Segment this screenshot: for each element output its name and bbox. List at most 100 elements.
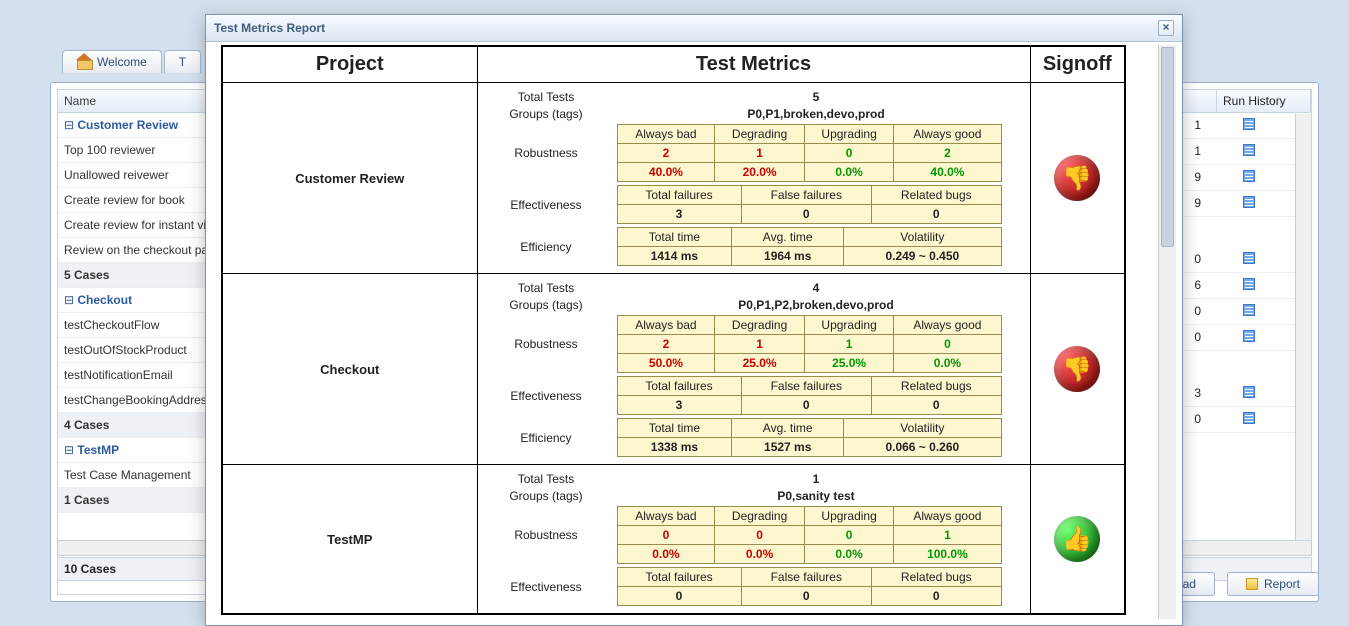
- robustness-table: Always badDegradingUpgradingAlways good2…: [617, 315, 1002, 373]
- metric-label: Efficiency: [484, 431, 609, 445]
- tree-item[interactable]: Top 100 reviewer: [58, 138, 226, 163]
- run-history-cell[interactable]: [1207, 381, 1291, 406]
- list-icon: [1243, 304, 1255, 316]
- metric-value: P0,P1,P2,broken,devo,prod: [609, 298, 1024, 312]
- project-name: Checkout: [222, 274, 477, 465]
- metric-value: P0,P1,broken,devo,prod: [609, 107, 1024, 121]
- th-signoff: Signoff: [1030, 46, 1125, 83]
- signoff-cell: 👎: [1030, 274, 1125, 465]
- tree-summary: 1 Cases: [58, 488, 226, 513]
- list-icon: [1243, 170, 1255, 182]
- button-label: Report: [1264, 577, 1300, 591]
- dialog-body: Project Test Metrics Signoff Customer Re…: [218, 45, 1176, 619]
- run-history-cell[interactable]: [1207, 299, 1291, 324]
- tab-label: Welcome: [97, 55, 147, 69]
- run-history-cell[interactable]: [1207, 165, 1291, 190]
- metric-label: Effectiveness: [484, 389, 609, 403]
- col-run-history[interactable]: Run History: [1217, 90, 1311, 112]
- tree-item[interactable]: testCheckoutFlow: [58, 313, 226, 338]
- home-icon: [77, 56, 91, 68]
- th-project: Project: [222, 46, 477, 83]
- list-icon: [1243, 412, 1255, 424]
- tree-group[interactable]: Customer Review: [58, 113, 226, 138]
- metric-label: Groups (tags): [484, 489, 609, 503]
- th-metrics: Test Metrics: [477, 46, 1030, 83]
- robustness-table: Always badDegradingUpgradingAlways good0…: [617, 506, 1002, 564]
- tab-label: T: [179, 55, 186, 69]
- report-table: Project Test Metrics Signoff Customer Re…: [221, 45, 1126, 615]
- tab-other[interactable]: T: [164, 50, 201, 73]
- run-history-cell[interactable]: [1207, 191, 1291, 216]
- metric-value: P0,sanity test: [609, 489, 1024, 503]
- tree-header: Name: [58, 90, 226, 113]
- efficiency-table: Total timeAvg. timeVolatility1338 ms1527…: [617, 418, 1002, 457]
- button-label: ad: [1183, 577, 1196, 591]
- close-icon[interactable]: ×: [1158, 20, 1174, 36]
- tree-item[interactable]: Unallowed reivewer: [58, 163, 226, 188]
- metric-label: Total Tests: [484, 90, 609, 104]
- list-icon: [1243, 118, 1255, 130]
- run-history-cell[interactable]: [1207, 325, 1291, 350]
- tree-item[interactable]: Review on the checkout pag: [58, 238, 226, 263]
- thumb-down-icon: 👎: [1054, 155, 1100, 201]
- metric-value: 1: [609, 472, 1024, 486]
- tree-item[interactable]: testNotificationEmail: [58, 363, 226, 388]
- efficiency-table: Total timeAvg. timeVolatility1414 ms1964…: [617, 227, 1002, 266]
- list-icon: [1243, 252, 1255, 264]
- tree-item[interactable]: testOutOfStockProduct: [58, 338, 226, 363]
- bottom-buttons: ad Report: [1164, 572, 1319, 596]
- list-icon: [1243, 330, 1255, 342]
- report-button[interactable]: Report: [1227, 572, 1319, 596]
- thumb-up-icon: 👍: [1054, 516, 1100, 562]
- metric-label: Robustness: [484, 528, 609, 542]
- metrics-cell: Total Tests4Groups (tags)P0,P1,P2,broken…: [477, 274, 1030, 465]
- list-icon: [1243, 278, 1255, 290]
- tree-summary: 5 Cases: [58, 263, 226, 288]
- robustness-table: Always badDegradingUpgradingAlways good2…: [617, 124, 1002, 182]
- metrics-cell: Total Tests1Groups (tags)P0,sanity test R…: [477, 465, 1030, 615]
- effectiveness-table: Total failuresFalse failuresRelated bugs…: [617, 376, 1002, 415]
- tree-item[interactable]: Test Case Management: [58, 463, 226, 488]
- signoff-cell: 👎: [1030, 83, 1125, 274]
- metric-label: Groups (tags): [484, 107, 609, 121]
- metrics-cell: Total Tests5Groups (tags)P0,P1,broken,de…: [477, 83, 1030, 274]
- list-icon: [1243, 196, 1255, 208]
- list-icon: [1243, 144, 1255, 156]
- tree-item[interactable]: Create review for book: [58, 188, 226, 213]
- tree-item[interactable]: Create review for instant vid: [58, 213, 226, 238]
- signoff-cell: 👍: [1030, 465, 1125, 615]
- dialog-v-scrollbar[interactable]: [1158, 45, 1176, 619]
- list-icon: [1243, 386, 1255, 398]
- tree-group[interactable]: TestMP: [58, 438, 226, 463]
- metric-label: Robustness: [484, 337, 609, 351]
- metric-label: Groups (tags): [484, 298, 609, 312]
- run-history-cell[interactable]: [1207, 273, 1291, 298]
- run-history-cell[interactable]: [1207, 113, 1291, 138]
- run-history-cell[interactable]: [1207, 247, 1291, 272]
- tab-welcome[interactable]: Welcome: [62, 50, 162, 73]
- run-history-cell[interactable]: [1207, 407, 1291, 432]
- scrollbar-thumb[interactable]: [1161, 47, 1174, 247]
- tree-group[interactable]: Checkout: [58, 288, 226, 313]
- tree: Name Customer ReviewTop 100 reviewerUnal…: [57, 89, 227, 595]
- metric-label: Total Tests: [484, 472, 609, 486]
- dialog-titlebar[interactable]: Test Metrics Report ×: [206, 15, 1182, 42]
- report-icon: [1246, 578, 1258, 590]
- tree-summary: 4 Cases: [58, 413, 226, 438]
- run-history-cell[interactable]: [1207, 139, 1291, 164]
- project-name: TestMP: [222, 465, 477, 615]
- effectiveness-table: Total failuresFalse failuresRelated bugs…: [617, 567, 1002, 606]
- report-dialog: Test Metrics Report × Project Test Metri…: [205, 14, 1183, 626]
- effectiveness-table: Total failuresFalse failuresRelated bugs…: [617, 185, 1002, 224]
- dialog-title: Test Metrics Report: [214, 21, 325, 35]
- metric-label: Total Tests: [484, 281, 609, 295]
- metric-label: Effectiveness: [484, 580, 609, 594]
- metric-value: 4: [609, 281, 1024, 295]
- grid-v-scrollbar[interactable]: [1295, 114, 1311, 540]
- metric-label: Robustness: [484, 146, 609, 160]
- project-name: Customer Review: [222, 83, 477, 274]
- tree-item[interactable]: testChangeBookingAddres: [58, 388, 226, 413]
- thumb-down-icon: 👎: [1054, 346, 1100, 392]
- metric-label: Efficiency: [484, 240, 609, 254]
- metric-label: Effectiveness: [484, 198, 609, 212]
